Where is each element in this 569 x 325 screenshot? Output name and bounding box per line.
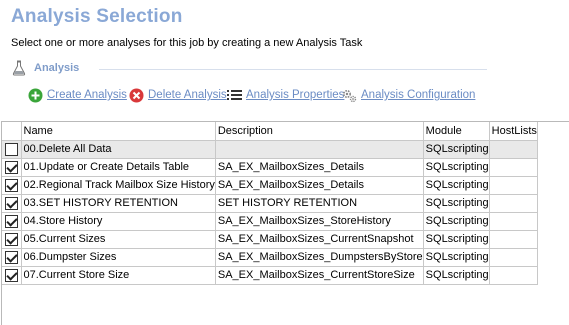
cell-description: SA_EX_MailboxSizes_CurrentStoreSize: [215, 266, 424, 285]
table-row[interactable]: 05.Current Sizes SA_EX_MailboxSizes_Curre…: [2, 230, 538, 249]
column-header-description[interactable]: Description: [215, 122, 424, 141]
cell-hostlists: [489, 212, 538, 231]
row-checkbox-cell: [2, 212, 22, 231]
cell-hostlists: [489, 140, 538, 159]
cell-module: SQLscripting: [423, 266, 490, 285]
cell-hostlists: [489, 248, 538, 267]
row-checkbox[interactable]: [4, 160, 18, 174]
row-checkbox[interactable]: [4, 196, 18, 210]
cell-module: SQLscripting: [423, 140, 490, 159]
cell-name: 04.Store History: [21, 212, 216, 231]
row-checkbox[interactable]: [4, 268, 18, 282]
cell-name: 05.Current Sizes: [21, 230, 216, 249]
cell-hostlists: [489, 266, 538, 285]
flask-icon: [12, 60, 26, 76]
section-label: Analysis: [34, 62, 80, 74]
column-header-module[interactable]: Module: [423, 122, 490, 141]
cell-name: 00.Delete All Data: [21, 140, 216, 159]
cell-hostlists: [489, 194, 538, 213]
analysis-section-header: Analysis: [11, 59, 487, 81]
cell-module: SQLscripting: [423, 230, 490, 249]
cell-name: 07.Current Store Size: [21, 266, 216, 285]
cell-hostlists: [489, 230, 538, 249]
cell-description: SET HISTORY RETENTION: [215, 194, 424, 213]
cell-module: SQLscripting: [423, 212, 490, 231]
analysis-properties-label: Analysis Properties: [246, 89, 345, 101]
analysis-grid: Name Description Module HostLists 00.Del…: [1, 121, 569, 325]
create-analysis-label: Create Analysis: [47, 89, 127, 101]
page-title: Analysis Selection: [11, 6, 183, 27]
row-checkbox-cell: [2, 158, 22, 177]
cell-description: SA_EX_MailboxSizes_DumpstersByStore: [215, 248, 424, 267]
row-checkbox[interactable]: [4, 232, 18, 246]
delete-analysis-label: Delete Analysis: [148, 89, 227, 101]
cell-hostlists: [489, 158, 538, 177]
table-header-row: Name Description Module HostLists: [2, 122, 538, 141]
row-checkbox-cell: [2, 194, 22, 213]
section-divider: [99, 69, 487, 70]
header-check-column: [2, 122, 22, 141]
table-row[interactable]: 07.Current Store Size SA_EX_MailboxSizes_…: [2, 266, 538, 285]
row-checkbox-cell: [2, 230, 22, 249]
row-checkbox[interactable]: [4, 178, 18, 192]
cell-description: SA_EX_MailboxSizes_Details: [215, 176, 424, 195]
cell-module: SQLscripting: [423, 176, 490, 195]
cell-name: 03.SET HISTORY RETENTION: [21, 194, 216, 213]
table-row[interactable]: 03.SET HISTORY RETENTION SET HISTORY RETE…: [2, 194, 538, 213]
column-header-name[interactable]: Name: [21, 122, 216, 141]
cell-module: SQLscripting: [423, 248, 490, 267]
table-row[interactable]: 00.Delete All Data SQLscripting: [2, 140, 538, 159]
cell-name: 01.Update or Create Details Table: [21, 158, 216, 177]
column-header-hostlists[interactable]: HostLists: [489, 122, 538, 141]
cell-name: 06.Dumpster Sizes: [21, 248, 216, 267]
delete-circle-icon: [129, 88, 144, 102]
table-row[interactable]: 04.Store History SA_EX_MailboxSizes_Store…: [2, 212, 538, 231]
cell-module: SQLscripting: [423, 158, 490, 177]
row-checkbox[interactable]: [4, 214, 18, 228]
analysis-configuration-label: Analysis Configuration: [361, 89, 476, 101]
delete-analysis-button[interactable]: Delete Analysis: [129, 86, 227, 104]
analysis-configuration-button[interactable]: Analysis Configuration: [342, 86, 475, 104]
row-checkbox-cell: [2, 266, 22, 285]
table-row[interactable]: 06.Dumpster Sizes SA_EX_MailboxSizes_Dump…: [2, 248, 538, 267]
list-icon: [227, 89, 242, 100]
row-checkbox-cell: [2, 176, 22, 195]
cell-description: [215, 140, 424, 159]
row-checkbox[interactable]: [4, 250, 18, 264]
add-circle-icon: [28, 88, 43, 102]
analysis-properties-button[interactable]: Analysis Properties: [227, 86, 344, 104]
cell-hostlists: [489, 176, 538, 195]
cell-description: SA_EX_MailboxSizes_Details: [215, 158, 424, 177]
cell-description: SA_EX_MailboxSizes_CurrentSnapshot: [215, 230, 424, 249]
cell-name: 02.Regional Track Mailbox Size History: [21, 176, 216, 195]
row-checkbox[interactable]: [4, 142, 18, 156]
table-row[interactable]: 01.Update or Create Details Table SA_EX_M…: [2, 158, 538, 177]
create-analysis-button[interactable]: Create Analysis: [28, 86, 127, 104]
gears-icon: [342, 89, 357, 102]
table-row[interactable]: 02.Regional Track Mailbox Size History SA…: [2, 176, 538, 195]
row-checkbox-cell: [2, 140, 22, 159]
page-subtitle: Select one or more analyses for this job…: [11, 37, 363, 49]
analysis-table: Name Description Module HostLists 00.Del…: [2, 122, 538, 285]
cell-module: SQLscripting: [423, 194, 490, 213]
cell-description: SA_EX_MailboxSizes_StoreHistory: [215, 212, 424, 231]
row-checkbox-cell: [2, 248, 22, 267]
